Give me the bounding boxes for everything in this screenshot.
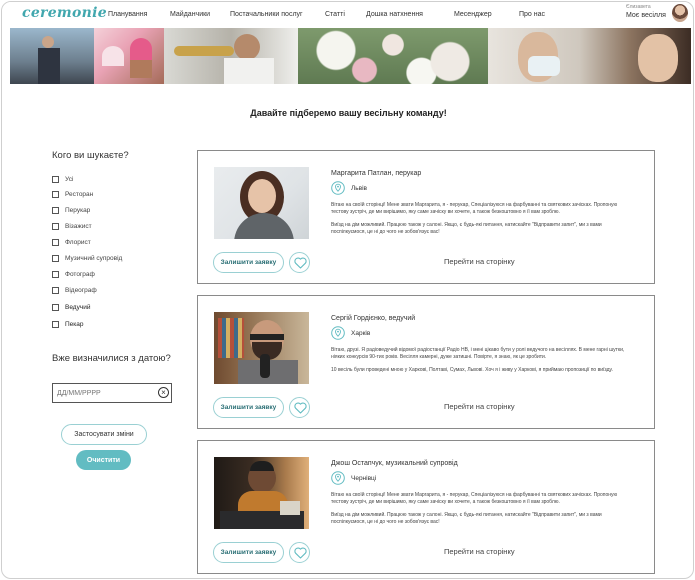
go-to-profile-link[interactable]: Перейти на сторінку [444, 402, 515, 411]
nav-inspiration-board[interactable]: Дошка натхнення [366, 11, 423, 18]
banner-photo-cupcakes [94, 28, 164, 84]
checkbox[interactable] [52, 271, 59, 278]
filter-option-all[interactable]: Усі [52, 176, 73, 183]
description-paragraph: Вітаю на своїй сторінці! Мене звати Марг… [331, 202, 618, 215]
favorite-button[interactable] [289, 397, 310, 418]
checkbox[interactable] [52, 207, 59, 214]
leave-request-button[interactable]: Залишити заявку [213, 542, 284, 563]
vendor-photo [214, 457, 309, 529]
banner-photo-flowers [298, 28, 488, 84]
description-paragraph: 10 весіль були проведені мною у Харкові,… [331, 367, 613, 373]
my-wedding-link[interactable]: Моє весілля [626, 12, 666, 19]
hero-banner [10, 28, 691, 84]
vendor-card: Маргарита Патлан, перукар Львів Вітаю на… [197, 150, 655, 284]
date-filter-title: Вже визначилися з датою? [52, 353, 171, 364]
nav-planning[interactable]: Планування [108, 11, 147, 18]
vendor-name: Сергій Гордієнко, ведучий [331, 315, 416, 322]
leave-request-button[interactable]: Залишити заявку [213, 252, 284, 273]
clear-filters-button[interactable]: Очистити [76, 450, 131, 470]
checkbox[interactable] [52, 255, 59, 262]
filter-option-florist[interactable]: Флорист [52, 239, 91, 246]
vendor-city: Чернівці [351, 475, 377, 482]
heart-icon [294, 257, 307, 269]
map-pin-icon [331, 471, 345, 485]
nav-articles[interactable]: Статті [325, 11, 345, 18]
filter-option-hairdresser[interactable]: Перукар [52, 207, 90, 214]
map-pin-icon [331, 181, 345, 195]
nav-venues[interactable]: Майданчики [170, 11, 210, 18]
favorite-button[interactable] [289, 252, 310, 273]
heart-icon [294, 547, 307, 559]
nav-messenger[interactable]: Месенджер [454, 11, 492, 18]
filter-option-baker[interactable]: Пекар [52, 321, 84, 328]
top-navigation: ceremonie Планування Майданчики Постачал… [2, 2, 693, 28]
apply-filters-button[interactable]: Застосувати зміни [61, 424, 147, 445]
filter-option-music[interactable]: Музичний супровід [52, 255, 122, 262]
filter-option-restaurant[interactable]: Ресторан [52, 191, 93, 198]
vendor-photo [214, 167, 309, 239]
vendor-description: Вітаю на своїй сторінці! Мене звати Марг… [331, 492, 631, 532]
vendor-description: Вітаю на своїй сторінці! Мене звати Марг… [331, 202, 631, 242]
heart-icon [294, 402, 307, 414]
vendor-name: Джош Остапчук, музикальний супровід [331, 460, 458, 467]
banner-photo-singer [10, 28, 94, 84]
go-to-profile-link[interactable]: Перейти на сторінку [444, 547, 515, 556]
site-logo[interactable]: ceremonie [22, 5, 107, 21]
filter-title: Кого ви шукаєте? [52, 150, 129, 161]
filter-option-makeup[interactable]: Візажист [52, 223, 92, 230]
vendor-city: Львів [351, 185, 368, 192]
vendor-city: Харків [351, 330, 371, 337]
description-paragraph: Виїзд на дім можливий. Працюю також у са… [331, 512, 602, 525]
favorite-button[interactable] [289, 542, 310, 563]
date-input[interactable] [52, 383, 172, 403]
banner-photo-trumpet [164, 28, 298, 84]
checkbox[interactable] [52, 304, 59, 311]
go-to-profile-link[interactable]: Перейти на сторінку [444, 257, 515, 266]
banner-photo-makeup [488, 28, 691, 84]
checkbox[interactable] [52, 223, 59, 230]
checkbox[interactable] [52, 321, 59, 328]
filter-option-host[interactable]: Ведучий [52, 304, 91, 311]
description-paragraph: Вітаю на своїй сторінці! Мене звати Марг… [331, 492, 618, 505]
vendor-card: Джош Остапчук, музикальний супровід Черн… [197, 440, 655, 574]
vendor-card: Сергій Гордієнко, ведучий Харків Вітаю, … [197, 295, 655, 429]
avatar[interactable] [672, 4, 688, 22]
vendor-name: Маргарита Патлан, перукар [331, 170, 422, 177]
leave-request-button[interactable]: Залишити заявку [213, 397, 284, 418]
checkbox[interactable] [52, 191, 59, 198]
filter-option-videographer[interactable]: Відеограф [52, 287, 97, 294]
checkbox[interactable] [52, 176, 59, 183]
map-pin-icon [331, 326, 345, 340]
vendor-photo [214, 312, 309, 384]
profile-username: Єлизавета [626, 4, 651, 10]
description-paragraph: Вітаю, друзі. Я радіоведучий відомої рад… [331, 347, 625, 360]
nav-vendors[interactable]: Постачальники послуг [230, 11, 303, 18]
close-circle-icon[interactable]: × [158, 387, 169, 398]
page-frame: ceremonie Планування Майданчики Постачал… [1, 1, 694, 579]
nav-about[interactable]: Про нас [519, 11, 545, 18]
description-paragraph: Виїзд на дім можливий. Працюю також у са… [331, 222, 602, 235]
checkbox[interactable] [52, 239, 59, 246]
vendor-description: Вітаю, друзі. Я радіоведучий відомої рад… [331, 347, 631, 380]
filter-option-photographer[interactable]: Фотограф [52, 271, 95, 278]
checkbox[interactable] [52, 287, 59, 294]
page-headline: Давайте підберемо вашу весільну команду! [250, 108, 447, 118]
